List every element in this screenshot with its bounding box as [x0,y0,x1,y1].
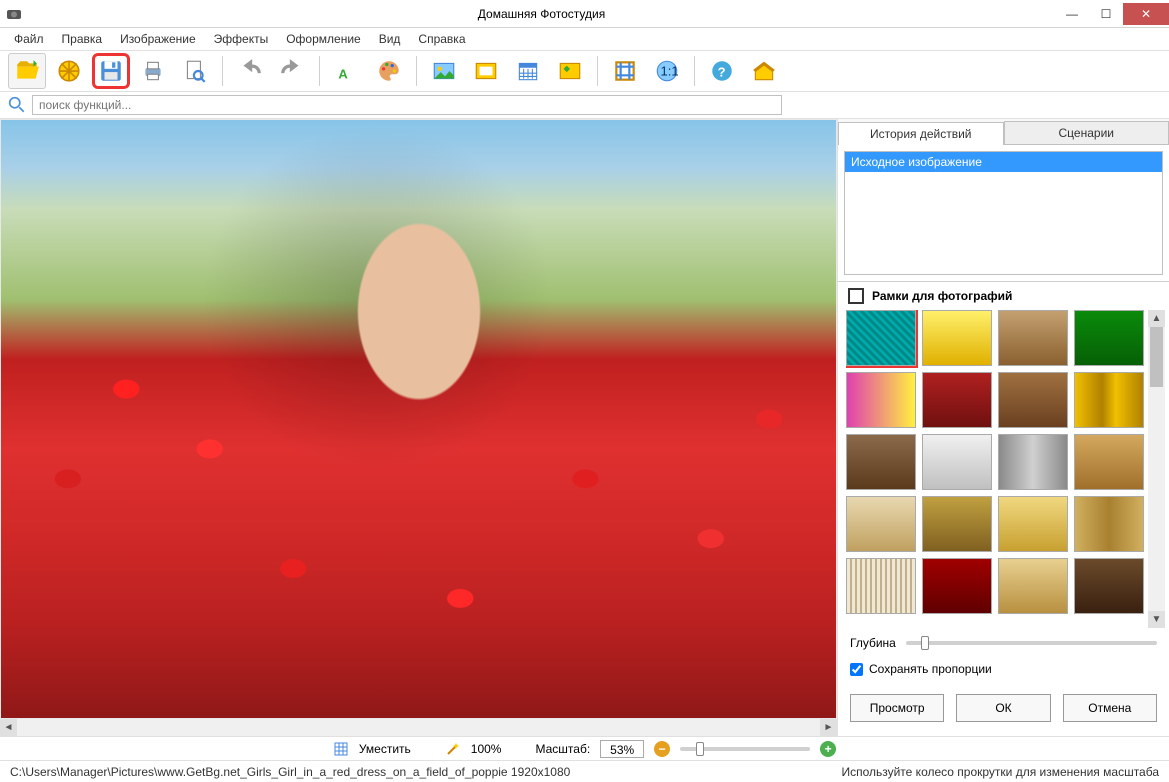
frame-thumb[interactable] [846,496,916,552]
fit-button[interactable] [606,53,644,89]
minimize-button[interactable]: — [1055,3,1089,25]
status-bar: C:\Users\Manager\Pictures\www.GetBg.net_… [0,760,1169,782]
menu-decoration[interactable]: Оформление [278,30,368,48]
depth-label: Глубина [850,636,896,650]
cancel-button[interactable]: Отмена [1063,694,1157,722]
frame-thumb[interactable] [846,372,916,428]
menu-help[interactable]: Справка [410,30,473,48]
frame-button[interactable] [467,53,505,89]
menu-edit[interactable]: Правка [54,30,111,48]
scroll-up-button[interactable]: ▲ [1148,310,1165,327]
wand-icon[interactable] [445,741,461,757]
depth-slider[interactable] [906,641,1157,645]
svg-text:1:1: 1:1 [661,63,679,78]
menu-view[interactable]: Вид [371,30,409,48]
scroll-thumb[interactable] [1150,327,1163,387]
close-button[interactable]: ✕ [1123,3,1169,25]
photo-placeholder [1,120,836,718]
keep-ratio-checkbox[interactable] [850,663,863,676]
frame-thumb[interactable] [846,310,916,366]
toolbar: A 1:1 ? [0,50,1169,92]
save-button[interactable] [92,53,130,89]
frame-thumb[interactable] [922,310,992,366]
scroll-right-button[interactable]: ► [820,719,837,736]
frame-thumb[interactable] [1074,558,1144,614]
frame-thumb[interactable] [846,434,916,490]
frames-scrollbar[interactable]: ▲ ▼ [1148,310,1165,628]
status-hint: Используйте колесо прокрутки для изменен… [841,765,1159,779]
ok-button[interactable]: ОК [956,694,1050,722]
frame-thumb[interactable] [922,434,992,490]
image-viewport[interactable] [0,119,837,719]
palette-button[interactable] [370,53,408,89]
frame-thumb[interactable] [998,372,1068,428]
text-button[interactable]: A [328,53,366,89]
title-bar: Домашняя Фотостудия — ☐ ✕ [0,0,1169,28]
zoom-slider[interactable] [680,747,810,751]
redo-button[interactable] [273,53,311,89]
window-title: Домашняя Фотостудия [28,7,1055,21]
print-button[interactable] [134,53,172,89]
svg-text:A: A [338,67,348,82]
menu-file[interactable]: Файл [6,30,52,48]
frame-thumb[interactable] [922,496,992,552]
frame-thumb[interactable] [1074,496,1144,552]
scroll-left-button[interactable]: ◄ [0,719,17,736]
frame-thumb[interactable] [998,496,1068,552]
frame-thumb[interactable] [998,310,1068,366]
frames-header: Рамки для фотографий [838,281,1169,310]
postcard-button[interactable] [551,53,589,89]
search-input[interactable] [32,95,782,115]
status-path: C:\Users\Manager\Pictures\www.GetBg.net_… [10,765,570,779]
tab-scripts[interactable]: Сценарии [1004,121,1169,144]
scroll-down-button[interactable]: ▼ [1148,611,1165,628]
menu-image[interactable]: Изображение [112,30,204,48]
frames-grid [846,310,1144,628]
fit-label[interactable]: Уместить [359,742,411,756]
help-button[interactable]: ? [703,53,741,89]
zoom-out-button[interactable]: − [654,741,670,757]
app-icon [6,6,22,22]
menu-effects[interactable]: Эффекты [206,30,277,48]
zoom-in-button[interactable]: + [820,741,836,757]
frame-thumb[interactable] [998,558,1068,614]
undo-button[interactable] [231,53,269,89]
home-button[interactable] [745,53,783,89]
zoom-bar: Уместить 100% Масштаб: 53% − + [0,736,1169,760]
history-list[interactable]: Исходное изображение [844,151,1163,275]
frame-thumb[interactable] [1074,434,1144,490]
picture-button[interactable] [425,53,463,89]
menu-bar: Файл Правка Изображение Эффекты Оформлен… [0,28,1169,50]
tab-history[interactable]: История действий [838,122,1004,145]
svg-text:?: ? [718,64,726,79]
keep-ratio-label: Сохранять пропорции [869,662,992,676]
canvas-area: ◄ ► [0,119,837,736]
calendar-button[interactable] [509,53,547,89]
search-icon [8,96,26,114]
frames-title: Рамки для фотографий [872,289,1012,303]
actual-size-button[interactable]: 1:1 [648,53,686,89]
hundred-label[interactable]: 100% [471,742,502,756]
side-panel: История действий Сценарии Исходное изобр… [837,119,1169,736]
horizontal-scrollbar[interactable]: ◄ ► [0,719,837,736]
frame-thumb[interactable] [846,558,916,614]
zoom-value[interactable]: 53% [600,740,644,758]
frames-icon [848,288,864,304]
frame-thumb[interactable] [998,434,1068,490]
frame-thumb[interactable] [922,558,992,614]
history-item[interactable]: Исходное изображение [845,152,1162,172]
zoom-page-button[interactable] [176,53,214,89]
search-row [0,92,1169,118]
frame-thumb[interactable] [1074,372,1144,428]
camera-button[interactable] [50,53,88,89]
preview-button[interactable]: Просмотр [850,694,944,722]
scale-label: Масштаб: [535,742,590,756]
frame-thumb[interactable] [922,372,992,428]
open-button[interactable] [8,53,46,89]
fit-icon[interactable] [333,741,349,757]
frame-thumb[interactable] [1074,310,1144,366]
maximize-button[interactable]: ☐ [1089,3,1123,25]
